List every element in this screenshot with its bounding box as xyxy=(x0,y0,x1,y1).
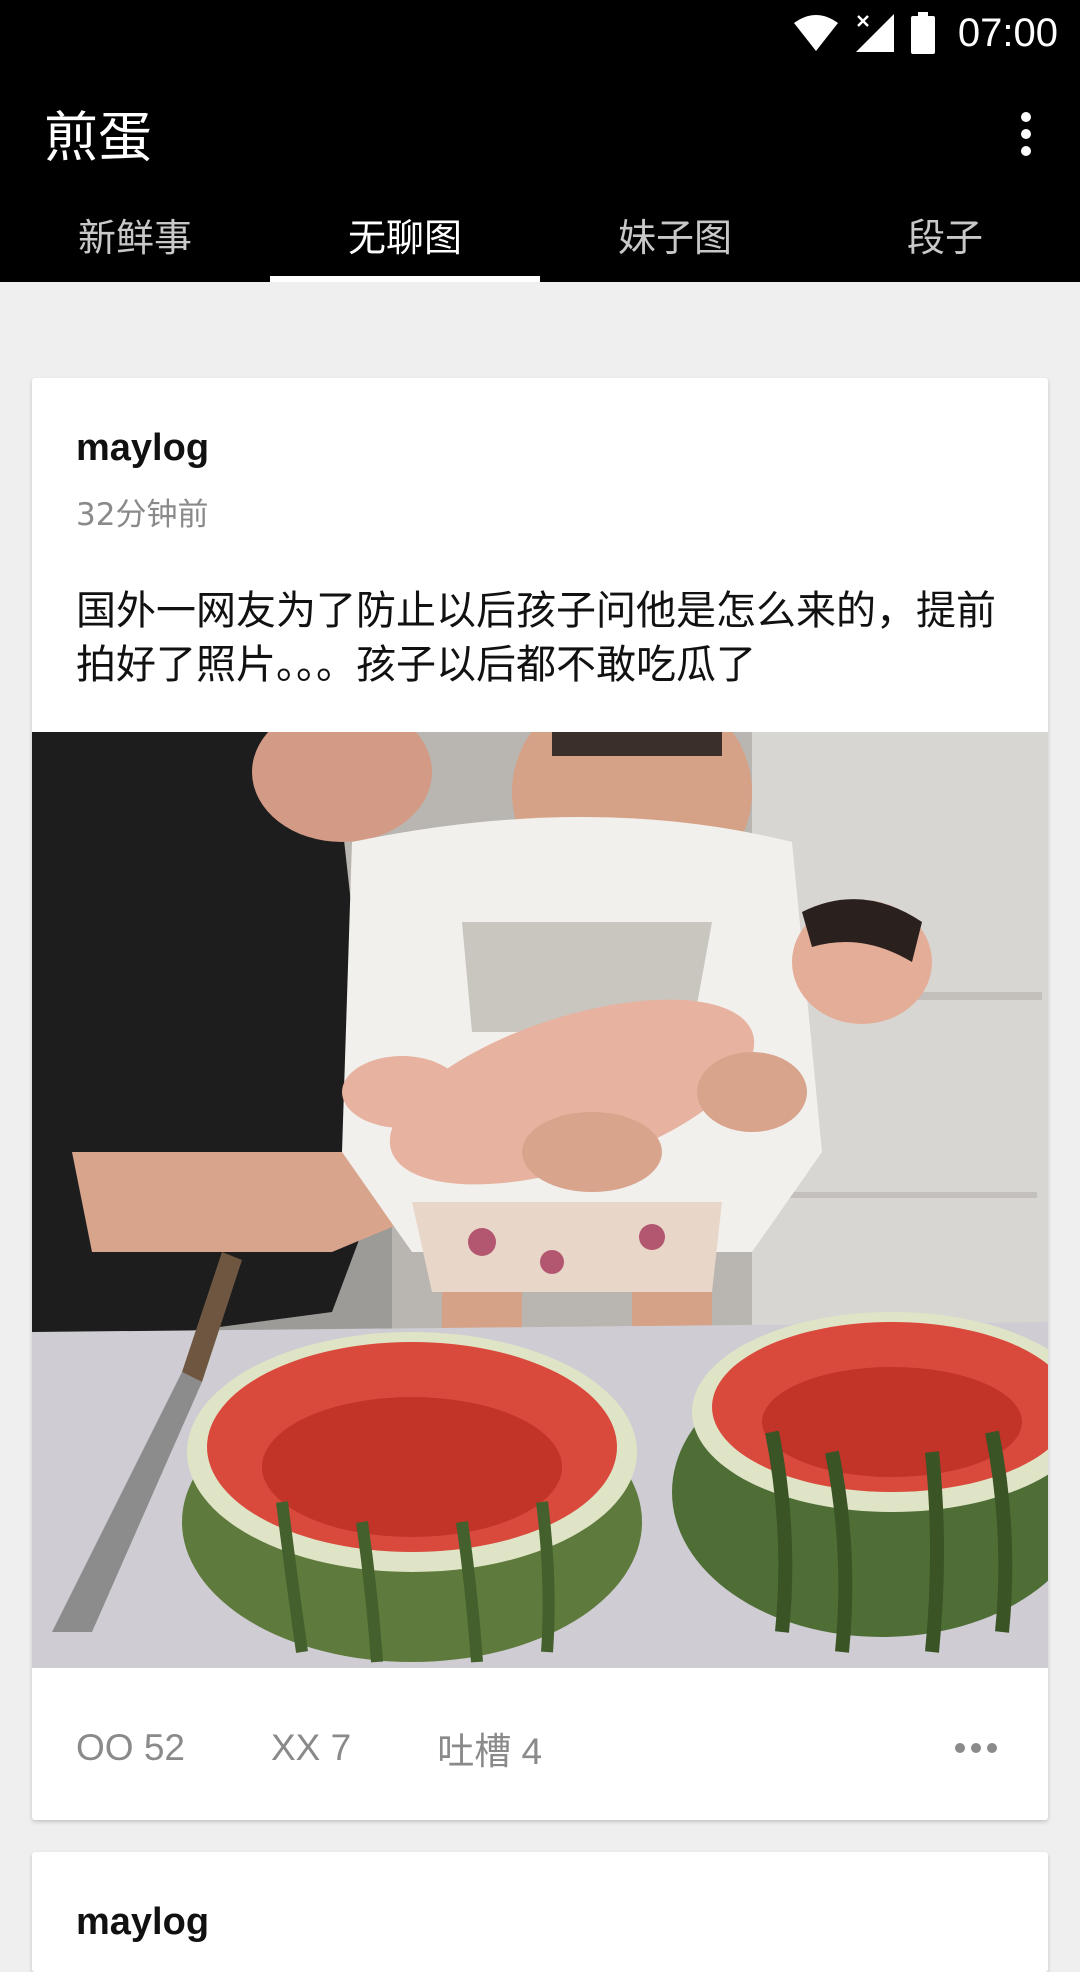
tab-indicator xyxy=(270,276,540,282)
tab-jokes[interactable]: 段子 xyxy=(810,216,1080,282)
tab-label: 妹子图 xyxy=(617,216,732,260)
status-bar: 07:00 xyxy=(0,0,1080,66)
tab-bar: 新鲜事 无聊图 妹子图 段子 xyxy=(0,216,1080,282)
post-card[interactable]: maylog 32分钟前 国外一网友为了防止以后孩子问他是怎么来的，提前拍好了照… xyxy=(32,378,1048,1820)
tab-label: 段子 xyxy=(906,216,983,260)
post-actions: OO 52 XX 7 吐槽 4 xyxy=(76,1718,1006,1778)
signal-no-data-icon xyxy=(854,12,896,54)
tab-label: 新鲜事 xyxy=(77,216,192,260)
tab-label: 无聊图 xyxy=(347,216,462,260)
app-title: 煎蛋 xyxy=(44,106,152,169)
status-time: 07:00 xyxy=(957,11,1058,55)
tab-boring-pics[interactable]: 无聊图 xyxy=(270,216,540,282)
app-bar: 煎蛋 新鲜事 无聊图 妹子图 段子 xyxy=(0,66,1080,282)
post-text: 国外一网友为了防止以后孩子问他是怎么来的，提前拍好了照片。。。孩子以后都不敢吃瓜… xyxy=(76,588,996,688)
wifi-icon xyxy=(792,13,840,53)
tab-girl-pics[interactable]: 妹子图 xyxy=(540,216,810,282)
post-time: 32分钟前 xyxy=(76,497,209,533)
post-image[interactable] xyxy=(32,732,1048,1668)
post-card[interactable]: maylog xyxy=(32,1852,1048,1972)
more-horiz-icon[interactable] xyxy=(946,1728,1006,1768)
oo-button[interactable]: OO 52 xyxy=(76,1727,185,1769)
comments-button[interactable]: 吐槽 4 xyxy=(437,1721,542,1775)
post-author: maylog xyxy=(76,1901,210,1943)
battery-icon xyxy=(910,12,936,54)
xx-button[interactable]: XX 7 xyxy=(271,1727,351,1769)
post-author: maylog xyxy=(76,427,210,469)
status-icons: 07:00 xyxy=(792,8,1058,58)
tab-news[interactable]: 新鲜事 xyxy=(0,216,270,282)
more-vert-icon[interactable] xyxy=(994,102,1058,166)
